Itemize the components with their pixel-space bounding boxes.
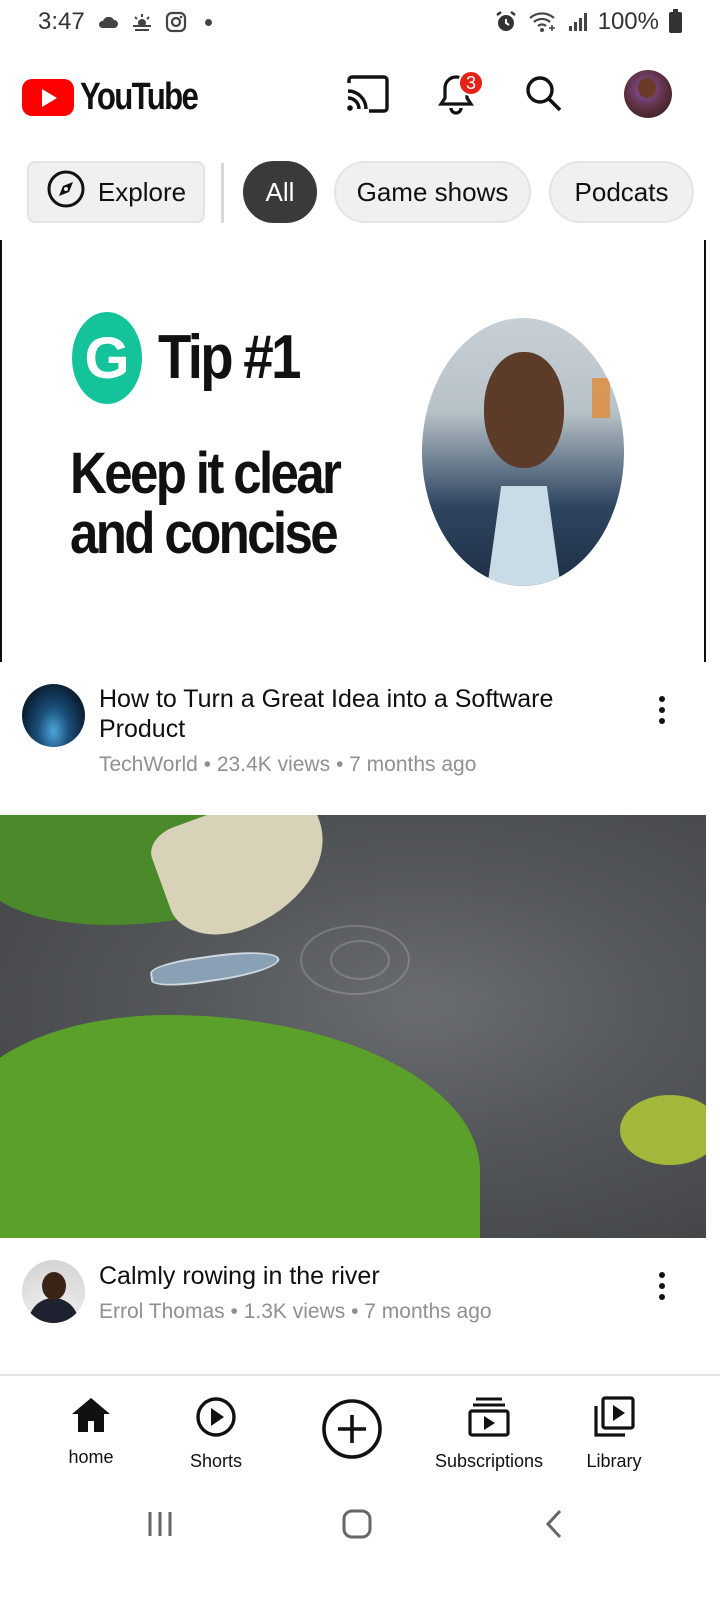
chip-divider bbox=[221, 163, 224, 223]
notifications-button[interactable]: 3 bbox=[432, 70, 484, 120]
nav-subscriptions[interactable]: Subscriptions bbox=[429, 1376, 549, 1482]
presenter-photo bbox=[422, 318, 624, 586]
more-options-button[interactable] bbox=[648, 1266, 676, 1306]
upload-age: 7 months ago bbox=[349, 753, 477, 776]
shorts-icon bbox=[195, 1396, 237, 1443]
channel-name[interactable]: TechWorld bbox=[99, 753, 198, 776]
nav-home[interactable]: home bbox=[51, 1376, 131, 1482]
chip-game-shows[interactable]: Game shows bbox=[334, 161, 531, 223]
library-icon bbox=[593, 1396, 635, 1443]
nav-shorts-label: Shorts bbox=[189, 1451, 243, 1471]
upload-age: 7 months ago bbox=[364, 1300, 492, 1323]
nav-library-label: Library bbox=[586, 1451, 642, 1471]
home-icon bbox=[70, 1396, 112, 1439]
notification-badge: 3 bbox=[458, 70, 484, 96]
notification-dot-icon bbox=[204, 18, 212, 26]
subscriptions-icon bbox=[468, 1396, 510, 1443]
filter-chip-bar: Explore All Game shows Podcats bbox=[0, 161, 720, 225]
battery-icon bbox=[669, 8, 682, 33]
explore-chip-label: Explore bbox=[97, 176, 187, 207]
youtube-logo[interactable]: YouTube bbox=[22, 76, 223, 119]
nav-library[interactable]: Library bbox=[576, 1376, 652, 1482]
alarm-icon bbox=[494, 10, 518, 34]
cast-button[interactable] bbox=[343, 72, 391, 120]
nav-home-label: home bbox=[68, 1447, 114, 1467]
video-subtitle: Errol Thomas • 1.3K views • 7 months ago bbox=[99, 1300, 492, 1323]
thumbnail-headline-line1: Keep it clear bbox=[70, 441, 342, 506]
cloud-icon bbox=[97, 15, 119, 29]
top-app-bar: YouTube 3 bbox=[0, 58, 720, 134]
chip-all[interactable]: All bbox=[243, 161, 317, 223]
recent-apps-icon bbox=[145, 1509, 175, 1544]
wifi-icon bbox=[528, 11, 558, 33]
channel-avatar[interactable] bbox=[22, 1260, 85, 1323]
video-thumbnail[interactable] bbox=[0, 815, 706, 1238]
thumbnail-headline-line2: and concise bbox=[70, 501, 339, 566]
back-icon bbox=[542, 1508, 566, 1545]
add-circle-icon bbox=[321, 1398, 383, 1465]
instagram-icon bbox=[165, 11, 187, 33]
channel-avatar[interactable] bbox=[22, 684, 85, 747]
youtube-logo-text: YouTube bbox=[80, 76, 199, 118]
video-meta: Calmly rowing in the river Errol Thomas … bbox=[0, 1260, 720, 1340]
system-navigation-bar bbox=[0, 1482, 720, 1600]
search-button[interactable] bbox=[520, 72, 568, 120]
thumbnail-tip-text: Tip #1 bbox=[158, 323, 301, 392]
video-subtitle: TechWorld • 23.4K views • 7 months ago bbox=[99, 753, 477, 776]
home-system-button[interactable] bbox=[327, 1506, 387, 1546]
signal-icon bbox=[568, 12, 588, 32]
channel-name[interactable]: Errol Thomas bbox=[99, 1300, 225, 1323]
youtube-play-icon bbox=[22, 79, 74, 116]
back-button[interactable] bbox=[524, 1506, 584, 1546]
view-count: 23.4K views bbox=[216, 753, 331, 776]
home-system-icon bbox=[341, 1508, 373, 1545]
search-icon bbox=[524, 74, 564, 119]
cast-icon bbox=[345, 74, 389, 118]
status-time: 3:47 bbox=[38, 8, 85, 35]
nav-shorts[interactable]: Shorts bbox=[176, 1376, 256, 1482]
create-button[interactable] bbox=[312, 1376, 392, 1482]
more-options-button[interactable] bbox=[648, 690, 676, 730]
battery-percent: 100% bbox=[597, 8, 659, 35]
compass-icon bbox=[46, 169, 86, 216]
explore-chip[interactable]: Explore bbox=[27, 161, 205, 223]
view-count: 1.3K views bbox=[243, 1300, 346, 1323]
recent-apps-button[interactable] bbox=[130, 1506, 190, 1546]
video-thumbnail[interactable]: G Tip #1 Keep it clear and concise bbox=[0, 240, 706, 662]
video-title[interactable]: Calmly rowing in the river bbox=[99, 1261, 619, 1291]
bottom-navigation: home Shorts Subscriptions Library bbox=[0, 1374, 720, 1480]
account-avatar[interactable] bbox=[624, 70, 672, 118]
video-title[interactable]: How to Turn a Great Idea into a Software… bbox=[99, 684, 619, 744]
video-meta: How to Turn a Great Idea into a Software… bbox=[0, 684, 720, 804]
weather-icon bbox=[131, 12, 153, 32]
chip-podcats[interactable]: Podcats bbox=[549, 161, 694, 223]
grammarly-logo-icon: G bbox=[72, 312, 142, 404]
nav-subscriptions-label: Subscriptions bbox=[434, 1451, 544, 1471]
status-bar: 3:47 100% bbox=[0, 0, 720, 44]
